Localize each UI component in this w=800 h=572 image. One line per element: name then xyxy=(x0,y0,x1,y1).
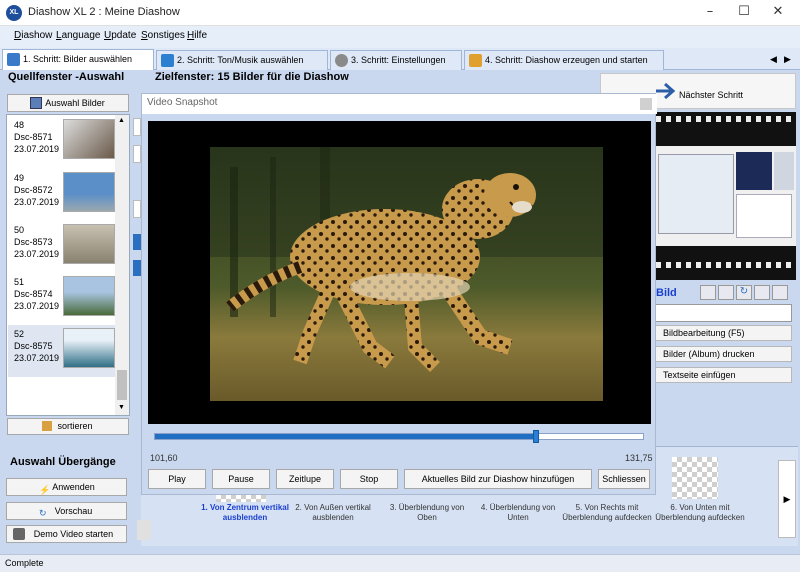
video-frame xyxy=(148,121,651,424)
image-section-label: Bild xyxy=(656,287,677,299)
select-images-button[interactable]: Auswahl Bilder xyxy=(7,94,129,112)
tab-scroll-right[interactable]: ▶ xyxy=(784,54,791,65)
stop-button[interactable]: Stop xyxy=(340,469,398,489)
side-control[interactable] xyxy=(133,234,141,250)
tool-icon[interactable] xyxy=(754,285,770,300)
side-control[interactable] xyxy=(133,200,141,218)
time-end: 131,75 xyxy=(625,453,653,463)
maximize-icon[interactable]: ☐ xyxy=(728,0,760,26)
refresh-icon: ↻ xyxy=(39,508,47,518)
video-snapshot-dialog: Video Snapshot 101,60 131,75 Play Pause … xyxy=(141,93,657,495)
tab-step-4[interactable]: 4. Schritt: Diashow erzeugen und starten xyxy=(464,50,664,70)
transition-thumb[interactable] xyxy=(216,494,266,502)
time-start: 101,60 xyxy=(150,453,178,463)
select-images-icon xyxy=(30,97,42,109)
target-panel-title: Zielfenster: 15 Bilder für die Diashow xyxy=(155,71,349,83)
tab-step-3[interactable]: 3. Schritt: Einstellungen xyxy=(330,50,462,70)
film-perforation xyxy=(656,262,796,268)
image-icon xyxy=(7,53,20,66)
status-bar: Complete xyxy=(0,554,800,572)
film-start-icon xyxy=(469,54,482,67)
side-control[interactable] xyxy=(133,145,141,163)
title-bar: XL Diashow XL 2 : Meine Diashow – ☐ ✕ xyxy=(0,0,800,26)
image-thumbnail[interactable] xyxy=(63,172,115,212)
image-edit-button[interactable]: Bildbearbeitung (F5) xyxy=(652,325,792,341)
source-image-list[interactable]: 48 Dsc-8571 23.07.2019 49 Dsc-8572 23.07… xyxy=(6,114,130,416)
close-dialog-button[interactable]: Schliessen xyxy=(598,469,650,489)
sort-icon xyxy=(42,421,52,431)
add-to-slideshow-button[interactable]: Aktuelles Bild zur Diashow hinzufügen xyxy=(404,469,592,489)
dialog-title: Video Snapshot xyxy=(142,94,657,114)
sort-button[interactable]: sortieren xyxy=(7,418,129,435)
image-thumbnail[interactable] xyxy=(63,328,115,368)
list-item[interactable]: 48 Dsc-8571 23.07.2019 xyxy=(8,116,118,168)
music-icon xyxy=(161,54,174,67)
list-item[interactable]: 50 Dsc-8573 23.07.2019 xyxy=(8,221,118,273)
image-thumbnail[interactable] xyxy=(63,276,115,316)
tab-step-1[interactable]: 1. Schritt: Bilder auswählen xyxy=(2,49,154,70)
transitions-panel-title: Auswahl Übergänge xyxy=(10,456,116,468)
transition-item-5[interactable]: 5. Von Rechts mit Überblendung aufdecken xyxy=(562,503,652,523)
pause-button[interactable]: Pause xyxy=(212,469,270,489)
tab-step-2[interactable]: 2. Schritt: Ton/Musik auswählen xyxy=(156,50,328,70)
rotate-icon[interactable]: ↻ xyxy=(736,285,752,300)
step-tabs: 1. Schritt: Bilder auswählen 2. Schritt:… xyxy=(0,48,800,70)
arrow-right-icon xyxy=(656,82,676,100)
preview-button[interactable]: ↻ Vorschau xyxy=(6,502,127,520)
video-image xyxy=(210,147,603,401)
close-icon[interactable]: ✕ xyxy=(762,0,794,26)
print-album-button[interactable]: Bilder (Album) drucken xyxy=(652,346,792,362)
tool-icon[interactable] xyxy=(700,285,716,300)
transition-item-4[interactable]: 4. Überblendung von Unten xyxy=(473,503,563,523)
transition-item-2[interactable]: 2. Von Außen vertikal ausblenden xyxy=(288,503,378,523)
filmstrip-preview xyxy=(656,112,796,280)
list-item[interactable]: 52 Dsc-8575 23.07.2019 xyxy=(8,325,118,377)
image-thumbnail[interactable] xyxy=(63,119,115,159)
play-button[interactable]: Play xyxy=(148,469,206,489)
apply-transition-button[interactable]: ⚡ Anwenden xyxy=(6,478,127,496)
gear-icon xyxy=(335,54,348,67)
scroll-up-icon[interactable]: ▲ xyxy=(118,117,125,124)
seek-progress-fill xyxy=(155,434,536,439)
list-scrollbar[interactable]: ▲ ▼ xyxy=(115,115,129,415)
menu-bar: Diashow Language Update Sonstiges Hilfe xyxy=(0,26,800,48)
scrollbar-thumb[interactable] xyxy=(117,370,127,400)
image-thumbnail[interactable] xyxy=(63,224,115,264)
menu-sonstiges[interactable]: Sonstiges xyxy=(141,30,185,41)
strip-scroll-right[interactable]: ▶ xyxy=(778,460,796,538)
minimize-icon[interactable]: – xyxy=(694,0,726,26)
demo-video-button[interactable]: Demo Video starten xyxy=(6,525,127,543)
insert-text-page-button[interactable]: Textseite einfügen xyxy=(652,367,792,383)
film-perforation xyxy=(656,116,796,122)
list-item[interactable]: 51 Dsc-8574 23.07.2019 xyxy=(8,273,118,325)
video-seek-slider[interactable] xyxy=(154,430,644,443)
menu-diashow[interactable]: Diashow xyxy=(14,30,52,41)
transition-item-3[interactable]: 3. Überblendung von Oben xyxy=(382,503,472,523)
source-panel-title: Quellfenster -Auswahl xyxy=(8,71,125,83)
slow-motion-button[interactable]: Zeitlupe xyxy=(276,469,334,489)
transition-thumb[interactable] xyxy=(672,457,718,499)
transition-item-1[interactable]: 1. Von Zentrum vertikal ausblenden xyxy=(200,503,290,523)
tool-icon[interactable] xyxy=(718,285,734,300)
menu-language[interactable]: Language xyxy=(56,30,101,41)
side-control[interactable] xyxy=(133,118,141,136)
list-item[interactable]: 49 Dsc-8572 23.07.2019 xyxy=(8,169,118,221)
scroll-down-icon[interactable]: ▼ xyxy=(118,404,125,411)
tool-icon[interactable] xyxy=(772,285,788,300)
menu-update[interactable]: Update xyxy=(104,30,136,41)
film-frame-image xyxy=(656,146,796,246)
seek-thumb[interactable] xyxy=(533,430,539,443)
side-control[interactable] xyxy=(133,260,141,276)
window-title: Diashow XL 2 : Meine Diashow xyxy=(28,6,180,18)
dialog-close-icon[interactable] xyxy=(640,98,652,110)
transition-item-6[interactable]: 6. Von Unten mit Überblendung aufdecken xyxy=(655,503,745,523)
lightning-icon: ⚡ xyxy=(39,485,51,495)
image-text-input[interactable] xyxy=(652,304,792,322)
tab-scroll-left[interactable]: ◀ xyxy=(770,54,777,65)
menu-hilfe[interactable]: Hilfe xyxy=(187,30,207,41)
strip-scroll-left[interactable] xyxy=(137,520,151,540)
app-icon: XL xyxy=(6,5,22,21)
camera-icon xyxy=(13,528,25,540)
